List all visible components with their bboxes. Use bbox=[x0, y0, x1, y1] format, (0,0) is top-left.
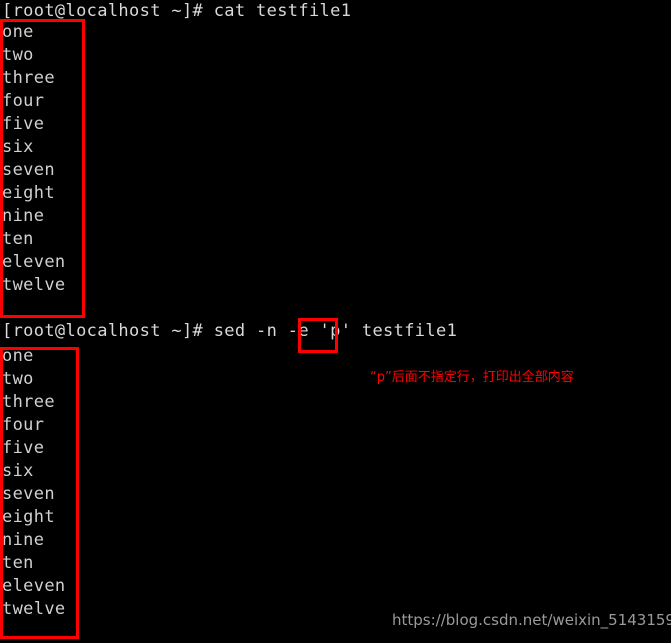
output-line: seven bbox=[2, 484, 55, 504]
annotation-note: “p”后面不指定行，打印出全部内容 bbox=[370, 370, 574, 385]
output-line: twelve bbox=[2, 599, 66, 619]
output-line: one bbox=[2, 346, 34, 366]
output-line: eleven bbox=[2, 576, 66, 596]
output-line: ten bbox=[2, 553, 34, 573]
output-line: seven bbox=[2, 160, 55, 180]
output-line: two bbox=[2, 369, 34, 389]
output-line: eleven bbox=[2, 252, 66, 272]
output-line: five bbox=[2, 438, 45, 458]
output-line: three bbox=[2, 68, 55, 88]
output-line: two bbox=[2, 45, 34, 65]
command-line-cat[interactable]: [root@localhost ~]# cat testfile1 bbox=[2, 0, 351, 23]
output-line: eight bbox=[2, 183, 55, 203]
output-line: four bbox=[2, 415, 45, 435]
output-line: eight bbox=[2, 507, 55, 527]
output-line: twelve bbox=[2, 275, 66, 295]
output-line: three bbox=[2, 392, 55, 412]
output-line: nine bbox=[2, 206, 45, 226]
output-line: six bbox=[2, 461, 34, 481]
watermark-url: https://blog.csdn.net/weixin_51431591 bbox=[392, 611, 671, 629]
output-line: nine bbox=[2, 530, 45, 550]
command-line-sed[interactable]: [root@localhost ~]# sed -n -e 'p' testfi… bbox=[2, 320, 457, 343]
output-line: five bbox=[2, 114, 45, 134]
terminal-window[interactable]: [root@localhost ~]# cat testfile1 one tw… bbox=[0, 0, 671, 643]
output-line: one bbox=[2, 22, 34, 42]
output-line: ten bbox=[2, 229, 34, 249]
output-line: four bbox=[2, 91, 45, 111]
output-line: six bbox=[2, 137, 34, 157]
